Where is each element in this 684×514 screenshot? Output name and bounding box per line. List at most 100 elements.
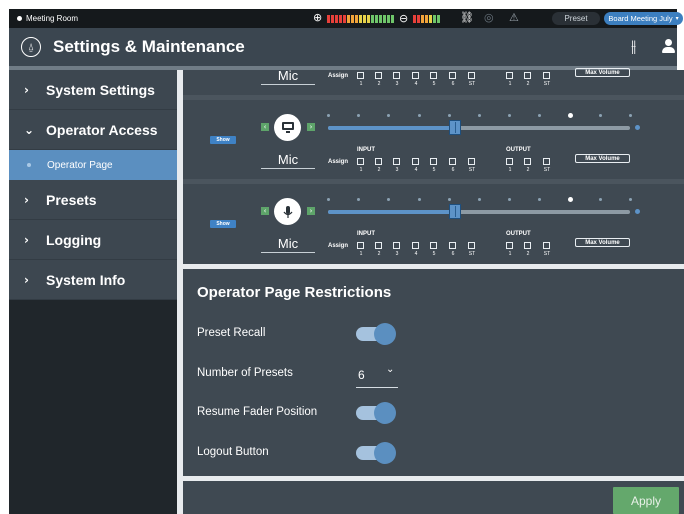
show-button[interactable]: Show: [210, 136, 236, 144]
max-volume-button[interactable]: Max Volume: [575, 238, 630, 247]
bullet-icon: [27, 163, 31, 167]
show-button[interactable]: Show: [210, 220, 236, 228]
resume-fader-label: Resume Fader Position: [197, 406, 318, 418]
logout-button-toggle[interactable]: [356, 442, 398, 464]
resume-fader-toggle[interactable]: [356, 402, 398, 424]
input-assign-checkbox[interactable]: [449, 72, 456, 79]
input-assign-checkbox[interactable]: [468, 72, 475, 79]
max-volume-button[interactable]: Max Volume: [575, 154, 630, 163]
meter-segment: [387, 14, 390, 23]
status-bar: Meeting Room ⊕ ⊖ ⛓ ◎ ⚠ Preset Board Meet…: [9, 9, 683, 28]
input-assign-number: 4: [414, 167, 418, 173]
input-assign-checkbox[interactable]: [430, 72, 437, 79]
max-volume-marker: [568, 113, 573, 118]
input-assign-checkbox[interactable]: [357, 72, 364, 79]
output-assign-checkbox[interactable]: [543, 158, 550, 165]
apply-button[interactable]: Apply: [613, 487, 679, 514]
input-assign-checkbox[interactable]: [468, 158, 475, 165]
meter-segment: [359, 14, 362, 23]
input-assign-checkbox[interactable]: [375, 72, 382, 79]
previous-source-button[interactable]: ‹: [261, 123, 269, 131]
input-assign-number: ST: [468, 251, 476, 257]
sidebar-item-system-info[interactable]: › System Info: [9, 260, 177, 300]
sidebar-item-label: Presets: [46, 191, 97, 208]
input-assign-checkbox[interactable]: [393, 72, 400, 79]
fader-step-dot: [599, 114, 602, 117]
warning-icon[interactable]: ⚠: [509, 11, 519, 24]
user-icon[interactable]: [661, 39, 675, 53]
output-assign-checkbox[interactable]: [543, 242, 550, 249]
channel-name: Mic: [277, 68, 299, 83]
output-assign-checkbox[interactable]: [506, 242, 513, 249]
input-assign-checkbox[interactable]: [412, 158, 419, 165]
link-icon[interactable]: ⛓: [460, 11, 474, 24]
input-assign-number: 1: [359, 81, 363, 87]
input-assign-checkbox[interactable]: [430, 158, 437, 165]
meter-segment: [331, 14, 334, 23]
sidebar-item-system-settings[interactable]: › System Settings: [9, 70, 177, 110]
output-assign-checkbox[interactable]: [506, 72, 513, 79]
input-group-label: INPUT: [357, 231, 375, 237]
channel-strip: Show ‹ › Mic Assign INPUT OUTPUT 1 2 3 4 5 6 ST 1 2 ST Ma…: [183, 184, 684, 264]
preset-recall-toggle[interactable]: [356, 323, 398, 345]
output-assign-number: 2: [526, 251, 530, 257]
chevron-right-icon: ›: [24, 82, 29, 97]
sidebar-item-logging[interactable]: › Logging: [9, 220, 177, 260]
input-assign-checkbox[interactable]: [430, 242, 437, 249]
max-volume-button[interactable]: Max Volume: [575, 68, 630, 77]
input-assign-number: 2: [377, 251, 381, 257]
sidebar-subitem-operator-page[interactable]: Operator Page: [9, 150, 177, 180]
fader-handle[interactable]: [449, 120, 461, 135]
current-preset-dropdown[interactable]: Board Meeting July ▾: [604, 12, 683, 25]
channel-strip: Show ‹ › Mic Assign INPUT OUTPUT 1 2 3 4 5 6 ST 1 2 ST Ma…: [183, 100, 684, 179]
output-assign-number: 1: [508, 167, 512, 173]
output-assign-checkbox[interactable]: [506, 158, 513, 165]
sidebar-item-label: Logging: [46, 231, 102, 248]
sidebar-item-presets[interactable]: › Presets: [9, 180, 177, 220]
fader-end-dot: [635, 209, 640, 214]
input-assign-checkbox[interactable]: [449, 158, 456, 165]
next-source-button[interactable]: ›: [307, 123, 315, 131]
previous-source-button[interactable]: ‹: [261, 207, 269, 215]
input-assign-number: 5: [432, 81, 436, 87]
sidebar-item-operator-access[interactable]: ⌄ Operator Access: [9, 110, 177, 150]
input-assign-checkbox[interactable]: [468, 242, 475, 249]
fader-step-dot: [357, 198, 360, 201]
output-assign-checkbox[interactable]: [524, 72, 531, 79]
input-assign-checkbox[interactable]: [412, 242, 419, 249]
meter-segment: [391, 14, 394, 23]
input-assign-number: 4: [414, 251, 418, 257]
output-assign-checkbox[interactable]: [524, 158, 531, 165]
meter-segment: [347, 14, 350, 23]
input-assign-number: 1: [359, 251, 363, 257]
meter-segment: [417, 14, 421, 23]
input-assign-checkbox[interactable]: [449, 242, 456, 249]
preset-pill[interactable]: Preset: [552, 12, 600, 25]
input-assign-checkbox[interactable]: [393, 242, 400, 249]
sidebar-item-label: System Settings: [46, 81, 155, 98]
input-assign-checkbox[interactable]: [375, 158, 382, 165]
mixer-sliders-icon[interactable]: ⫲: [631, 36, 636, 56]
chevron-down-icon: ⌄: [24, 122, 35, 137]
meter-segment: [425, 14, 429, 23]
level-meters: ⊖: [327, 12, 441, 25]
assign-label: Assign: [328, 243, 349, 249]
output-assign-checkbox[interactable]: [543, 72, 550, 79]
fader-handle[interactable]: [449, 204, 461, 219]
input-assign-checkbox[interactable]: [393, 158, 400, 165]
input-assign-checkbox[interactable]: [357, 242, 364, 249]
fader-step-dot: [538, 198, 541, 201]
number-of-presets-select[interactable]: 6 ⌄: [356, 364, 398, 388]
input-assign-number: 3: [395, 81, 399, 87]
fader-step-dot: [478, 114, 481, 117]
output-assign-number: 1: [508, 251, 512, 257]
fader-step-dot: [327, 114, 330, 117]
next-source-button[interactable]: ›: [307, 207, 315, 215]
input-assign-checkbox[interactable]: [357, 158, 364, 165]
input-arrow-icon: ⊕: [313, 11, 323, 24]
output-assign-checkbox[interactable]: [524, 242, 531, 249]
input-assign-checkbox[interactable]: [375, 242, 382, 249]
wireless-off-icon[interactable]: ◎: [484, 11, 494, 24]
fader-step-dot: [629, 198, 632, 201]
input-assign-checkbox[interactable]: [412, 72, 419, 79]
